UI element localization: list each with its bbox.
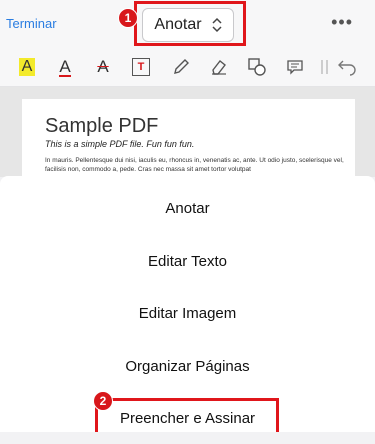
eraser-icon[interactable] xyxy=(206,54,232,80)
strikethrough-icon[interactable]: A xyxy=(90,54,116,80)
step-badge-2: 2 xyxy=(93,391,113,411)
pdf-title: Sample PDF xyxy=(45,115,159,137)
comment-icon[interactable] xyxy=(282,54,308,80)
menu-item-editar-texto[interactable]: Editar Texto xyxy=(0,235,375,287)
shapes-icon[interactable] xyxy=(244,54,270,80)
done-button[interactable]: Terminar xyxy=(6,16,57,31)
annotation-toolbar: A A A T xyxy=(0,48,375,87)
step-badge-1: 1 xyxy=(118,8,138,28)
highlight-box-mode xyxy=(134,1,246,46)
more-options-icon[interactable]: ••• xyxy=(331,12,353,33)
menu-item-anotar[interactable]: Anotar xyxy=(0,182,375,234)
textbox-glyph: T xyxy=(132,58,150,76)
pencil-icon[interactable] xyxy=(168,54,194,80)
menu-item-editar-imagem[interactable]: Editar Imagem xyxy=(0,287,375,339)
pdf-subtitle: This is a simple PDF file. Fun fun fun. xyxy=(45,139,195,149)
highlight-box-fill-sign xyxy=(95,398,279,432)
highlight-icon[interactable]: A xyxy=(14,54,40,80)
undo-icon[interactable] xyxy=(334,54,360,80)
strike-glyph: A xyxy=(97,57,109,76)
menu-item-organizar-paginas[interactable]: Organizar Páginas xyxy=(0,340,375,392)
highlight-glyph: A xyxy=(18,58,36,76)
text-color-glyph: A xyxy=(59,56,71,77)
pdf-body-text: In mauris. Pellentesque dui nisi, iaculi… xyxy=(45,157,344,173)
document-area: Sample PDF This is a simple PDF file. Fu… xyxy=(0,87,375,189)
text-box-icon[interactable]: T xyxy=(128,54,154,80)
text-color-icon[interactable]: A xyxy=(52,54,78,80)
mode-menu-sheet: Anotar Editar Texto Editar Imagem Organi… xyxy=(0,176,375,432)
top-bar: Terminar Anotar 1 ••• xyxy=(0,0,375,48)
